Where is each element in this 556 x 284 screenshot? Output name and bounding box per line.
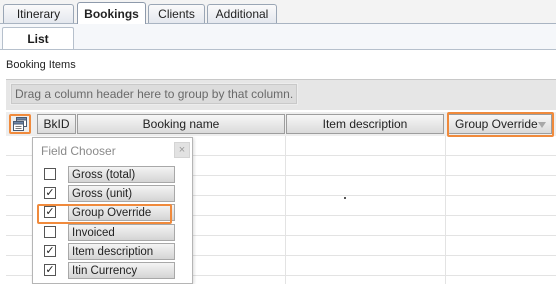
field-checkbox[interactable]: ✓: [44, 187, 56, 199]
group-override-highlight: [447, 112, 554, 137]
tab-label: Additional: [215, 7, 269, 21]
tab-itinerary[interactable]: Itinerary: [3, 4, 74, 23]
grid-cell-dot: [344, 197, 346, 199]
subtab-bar: [0, 24, 556, 50]
column-header-label: Booking name: [142, 117, 220, 131]
field-chooser-item[interactable]: Gross (total): [68, 166, 175, 183]
field-chooser-title: Field Chooser: [41, 144, 116, 158]
grid-column-line: [285, 136, 286, 284]
tab-label: Itinerary: [16, 7, 61, 21]
tab-label: Clients: [158, 7, 195, 21]
tab-bookings[interactable]: Bookings: [77, 2, 146, 24]
tab-list[interactable]: List: [2, 27, 74, 49]
section-title: Booking Items: [6, 59, 76, 71]
tab-clients[interactable]: Clients: [148, 4, 205, 23]
checkmark-icon: ✓: [45, 263, 55, 276]
tab-additional[interactable]: Additional: [207, 4, 277, 23]
group-override-item-highlight: [37, 204, 172, 224]
field-chooser-button[interactable]: [9, 114, 31, 134]
column-header-bkid[interactable]: BkID: [37, 114, 76, 134]
field-chooser-item[interactable]: Gross (unit): [68, 185, 175, 202]
field-checkbox[interactable]: ✓: [44, 245, 56, 257]
field-chooser-item[interactable]: Invoiced: [68, 224, 175, 241]
checkmark-icon: ✓: [45, 244, 55, 257]
column-header-item-description[interactable]: Item description: [286, 114, 444, 134]
checkmark-icon: ✓: [45, 186, 55, 199]
close-icon: ×: [178, 144, 186, 156]
field-checkbox[interactable]: [44, 226, 56, 238]
field-chooser-item[interactable]: Item description: [68, 243, 175, 260]
tab-label: Bookings: [84, 6, 139, 21]
tab-label: List: [27, 31, 49, 46]
field-chooser-item[interactable]: Itin Currency: [68, 262, 175, 279]
column-header-label: BkID: [43, 117, 70, 131]
close-button[interactable]: ×: [174, 142, 190, 158]
group-by-prompt: Drag a column header here to group by th…: [10, 83, 299, 105]
field-chooser-icon: [13, 117, 27, 131]
field-checkbox[interactable]: ✓: [44, 264, 56, 276]
column-header-booking-name[interactable]: Booking name: [77, 114, 285, 134]
column-header-label: Item description: [322, 117, 408, 131]
grid-column-line: [445, 136, 446, 284]
field-checkbox[interactable]: [44, 168, 56, 180]
